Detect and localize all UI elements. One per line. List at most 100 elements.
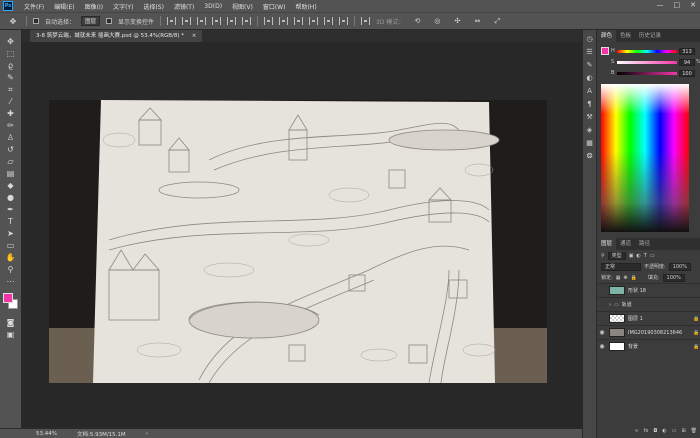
menu-edit[interactable]: 编辑(E) — [49, 2, 79, 11]
brightness-value[interactable]: 100 — [679, 70, 695, 77]
layer-row[interactable]: ◉ 背景 🔒 — [597, 339, 700, 353]
lock-position-icon[interactable]: ✥ — [623, 275, 627, 281]
saturation-value[interactable]: 94 — [679, 59, 695, 66]
hand-icon[interactable]: ✋ — [4, 252, 18, 263]
fx-icon[interactable]: fx — [644, 428, 649, 434]
blend-mode-dropdown[interactable]: 正常 — [601, 262, 641, 271]
move-tool-icon[interactable]: ✥ — [6, 16, 20, 27]
dodge-icon[interactable]: ● — [4, 192, 18, 203]
brush-settings-icon[interactable]: ✎ — [585, 60, 595, 70]
distribute-hcenter-icon[interactable] — [324, 17, 334, 25]
align-top-icon[interactable] — [167, 17, 177, 25]
lock-pixels-icon[interactable]: ▦ — [616, 275, 621, 281]
properties-panel-icon[interactable]: ☰ — [585, 47, 595, 57]
align-right-icon[interactable] — [242, 17, 252, 25]
menu-view[interactable]: 视图(V) — [227, 2, 258, 11]
paragraph-panel-icon[interactable]: ¶ — [585, 99, 595, 109]
tab-channels[interactable]: 通道 — [616, 238, 635, 250]
layer-row[interactable]: 图层 1 🔒 — [597, 311, 700, 325]
healing-icon[interactable]: ✚ — [4, 108, 18, 119]
brush-icon[interactable]: ✏ — [4, 120, 18, 131]
tab-color[interactable]: 颜色 — [597, 30, 617, 42]
quick-select-icon[interactable]: ✎ — [4, 72, 18, 83]
quick-mask-icon[interactable]: ◙ — [4, 317, 18, 328]
link-layers-icon[interactable]: ∞ — [634, 428, 638, 434]
auto-align-icon[interactable] — [361, 17, 371, 25]
3d-roll-icon[interactable]: ◎ — [430, 16, 444, 27]
distribute-bottom-icon[interactable] — [294, 17, 304, 25]
distribute-right-icon[interactable] — [339, 17, 349, 25]
pen-icon[interactable]: ✒ — [4, 204, 18, 215]
new-layer-icon[interactable]: ⊞ — [681, 428, 685, 434]
delete-layer-icon[interactable]: 🗑 — [691, 428, 697, 434]
3d-drag-icon[interactable]: ✣ — [450, 16, 464, 27]
move-icon[interactable]: ✥ — [4, 36, 18, 47]
close-tab-icon[interactable]: × — [192, 33, 197, 39]
menu-window[interactable]: 窗口(W) — [258, 2, 291, 11]
align-vcenter-icon[interactable] — [182, 17, 192, 25]
eraser-icon[interactable]: ▱ — [4, 156, 18, 167]
distribute-top-icon[interactable] — [264, 17, 274, 25]
marquee-icon[interactable]: ⬚ — [4, 48, 18, 59]
new-adjustment-icon[interactable]: ◐ — [662, 428, 666, 434]
gradient-icon[interactable]: ▤ — [4, 168, 18, 179]
expand-chevron-icon[interactable]: › — [609, 302, 611, 308]
close-window-button[interactable]: ✕ — [690, 1, 696, 9]
learn-panel-icon[interactable]: ❂ — [585, 151, 595, 161]
auto-select-checkbox[interactable] — [33, 18, 39, 24]
tool-presets-icon[interactable]: ⚒ — [585, 112, 595, 122]
align-left-icon[interactable] — [212, 17, 222, 25]
menu-3d[interactable]: 3D(D) — [199, 3, 227, 10]
layer-row[interactable]: › ▭ 轨道 — [597, 297, 700, 311]
layer-filter-dropdown[interactable]: 类型 — [607, 251, 626, 260]
brightness-slider[interactable] — [617, 72, 677, 75]
menu-select[interactable]: 选择(S) — [138, 2, 169, 11]
color-swatches[interactable] — [2, 292, 20, 312]
minimize-button[interactable]: — — [657, 1, 664, 9]
history-panel-icon[interactable]: ◷ — [585, 34, 595, 44]
tab-swatches[interactable]: 色板 — [616, 30, 635, 42]
crop-icon[interactable]: ⌗ — [4, 84, 18, 95]
menu-file[interactable]: 文件(F) — [19, 2, 49, 11]
3d-scale-icon[interactable]: ⤢ — [490, 16, 504, 27]
saturation-slider[interactable] — [617, 61, 677, 64]
screen-mode-icon[interactable]: ▣ — [4, 329, 18, 340]
menu-filter[interactable]: 滤镜(T) — [169, 2, 199, 11]
add-mask-icon[interactable]: ◘ — [653, 428, 657, 434]
history-brush-icon[interactable]: ↺ — [4, 144, 18, 155]
type-icon[interactable]: T — [4, 216, 18, 227]
character-panel-icon[interactable]: A — [585, 86, 595, 96]
tab-history[interactable]: 历史记录 — [635, 30, 665, 42]
adjustments-panel-icon[interactable]: ◐ — [585, 73, 595, 83]
align-bottom-icon[interactable] — [197, 17, 207, 25]
menu-help[interactable]: 帮助(H) — [290, 2, 321, 11]
zoom-icon[interactable]: ⚲ — [4, 264, 18, 275]
layer-row[interactable]: ◉ IMG20190308213646 🔒 — [597, 325, 700, 339]
eye-icon[interactable]: ◉ — [597, 329, 607, 336]
filter-pixel-icon[interactable]: ▣ — [629, 253, 634, 259]
menu-image[interactable]: 图像(I) — [80, 2, 108, 11]
3d-rotate-icon[interactable]: ⟲ — [410, 16, 424, 27]
hue-value[interactable]: 313 — [679, 48, 695, 55]
align-hcenter-icon[interactable] — [227, 17, 237, 25]
filter-adjust-icon[interactable]: ◐ — [636, 253, 640, 259]
document-tab[interactable]: 3-8 筑梦云端，城就未来 插画大赛.psd @ 53.4%(RGB/8) * … — [30, 30, 203, 42]
status-menu-arrow[interactable]: › — [146, 431, 148, 437]
zoom-level[interactable]: 53.44% — [36, 431, 57, 437]
layer-row[interactable]: 形状 18 — [597, 283, 700, 297]
canvas-area[interactable] — [22, 42, 582, 428]
3d-panel-icon[interactable]: ◈ — [585, 125, 595, 135]
libraries-panel-icon[interactable]: ▦ — [585, 138, 595, 148]
new-group-icon[interactable]: ▭ — [672, 428, 677, 434]
eye-icon[interactable]: ◉ — [597, 343, 607, 350]
distribute-left-icon[interactable] — [309, 17, 319, 25]
blur-icon[interactable]: ◆ — [4, 180, 18, 191]
show-transform-checkbox[interactable] — [106, 18, 113, 24]
foreground-color-swatch[interactable] — [2, 293, 13, 303]
distribute-vcenter-icon[interactable] — [279, 17, 289, 25]
tab-paths[interactable]: 路径 — [635, 238, 654, 250]
path-select-icon[interactable]: ➤ — [4, 228, 18, 239]
auto-select-dropdown[interactable]: 图层 — [81, 16, 101, 26]
color-panel-foreground[interactable] — [601, 47, 609, 55]
stamp-icon[interactable]: ♙ — [4, 132, 18, 143]
